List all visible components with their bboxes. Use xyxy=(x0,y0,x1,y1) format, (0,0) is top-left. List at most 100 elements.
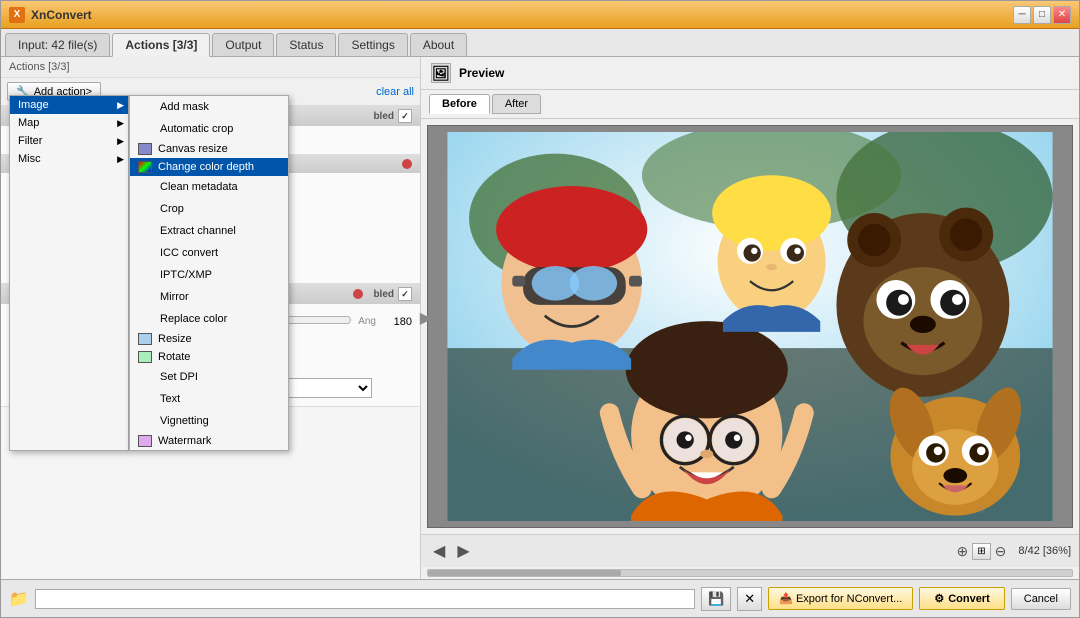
submenu-icc-convert[interactable]: ICC convert xyxy=(130,242,288,264)
tab-about[interactable]: About xyxy=(410,33,467,56)
tab-status[interactable]: Status xyxy=(276,33,336,56)
title-bar: X XnConvert ─ □ ✕ xyxy=(1,1,1079,29)
submenu-clean-metadata[interactable]: Clean metadata xyxy=(130,176,288,198)
tab-input[interactable]: Input: 42 file(s) xyxy=(5,33,110,56)
preview-icon: 🖼 xyxy=(431,63,451,83)
preview-title: Preview xyxy=(459,66,504,80)
scrollbar-thumb[interactable] xyxy=(428,570,621,576)
check-badge[interactable]: ✓ xyxy=(398,109,412,123)
clean-metadata-icon xyxy=(138,179,154,195)
submenu-extract-channel[interactable]: Extract channel xyxy=(130,220,288,242)
replace-color-label: Replace color xyxy=(160,313,227,325)
menu-item-misc[interactable]: Misc ▶ xyxy=(10,150,128,168)
output-path-input[interactable] xyxy=(35,589,695,609)
export-label: Export for NConvert... xyxy=(796,593,902,605)
watermark-icon xyxy=(138,435,152,447)
preview-tab-after[interactable]: After xyxy=(492,94,541,114)
zoom-in-button[interactable]: ⊕ xyxy=(957,543,969,560)
submenu-watermark[interactable]: Watermark xyxy=(130,432,288,450)
convert-icon: ⚙ xyxy=(934,592,944,605)
minimize-button[interactable]: ─ xyxy=(1013,6,1031,24)
menu-item-map[interactable]: Map ▶ xyxy=(10,114,128,132)
clean-metadata-sub-label: Clean metadata xyxy=(160,181,238,193)
preview-scrollbar[interactable] xyxy=(427,569,1073,577)
folder-button[interactable]: 📁 xyxy=(9,589,29,609)
rotate-check-badge[interactable]: ✓ xyxy=(398,287,412,301)
export-button[interactable]: 📤 Export for NConvert... xyxy=(768,587,913,610)
crop-icon xyxy=(138,201,154,217)
left-panel: Actions [3/3] 🔧 Add action> clear all ▼ … xyxy=(1,57,421,579)
save-button[interactable]: 💾 xyxy=(701,587,731,611)
tab-output[interactable]: Output xyxy=(212,33,274,56)
zoom-controls: ⊕ ⊞ ⊖ xyxy=(957,543,1007,560)
set-dpi-label: Set DPI xyxy=(160,371,198,383)
extract-channel-icon xyxy=(138,223,154,239)
auto-crop-label: Automatic crop xyxy=(160,123,233,135)
rotate-end-value: 180 xyxy=(382,316,412,328)
submenu-add-mask[interactable]: Add mask xyxy=(130,96,288,118)
zoom-out-button[interactable]: ⊖ xyxy=(995,543,1007,560)
clear-all-button[interactable]: clear all xyxy=(376,86,414,98)
add-mask-icon xyxy=(138,99,154,115)
main-window: X XnConvert ─ □ ✕ Input: 42 file(s) Acti… xyxy=(0,0,1080,618)
submenu-vignetting[interactable]: Vignetting xyxy=(130,410,288,432)
submenu-change-color-depth[interactable]: Change color depth xyxy=(130,158,288,176)
image-menu-label: Image xyxy=(18,99,49,111)
rotate-sub-label: Rotate xyxy=(158,351,190,363)
misc-menu-label: Misc xyxy=(18,153,41,165)
submenu-replace-color[interactable]: Replace color xyxy=(130,308,288,330)
submenu-automatic-crop[interactable]: Automatic crop xyxy=(130,118,288,140)
change-color-depth-icon xyxy=(138,161,152,173)
submenu-resize[interactable]: Resize xyxy=(130,330,288,348)
submenu-set-dpi[interactable]: Set DPI xyxy=(130,366,288,388)
preview-tab-before[interactable]: Before xyxy=(429,94,490,114)
convert-button[interactable]: ⚙ Convert xyxy=(919,587,1004,610)
text-icon xyxy=(138,391,154,407)
menu-item-image[interactable]: Image ▶ xyxy=(10,96,128,114)
change-color-depth-label: Change color depth xyxy=(158,161,254,173)
tab-settings[interactable]: Settings xyxy=(338,33,407,56)
section-remove-icon-2[interactable] xyxy=(353,289,363,299)
preview-header: 🖼 Preview xyxy=(421,57,1079,90)
arrow-icon-3: ▶ xyxy=(117,136,124,147)
submenu-iptc-xmp[interactable]: IPTC/XMP xyxy=(130,264,288,286)
replace-color-icon xyxy=(138,311,154,327)
filter-menu-label: Filter xyxy=(18,135,42,147)
set-dpi-icon xyxy=(138,369,154,385)
window-title: XnConvert xyxy=(31,8,1013,22)
actions-header: Actions [3/3] xyxy=(1,57,420,78)
preview-image-area: © xyxy=(427,125,1073,528)
submenu-mirror[interactable]: Mirror xyxy=(130,286,288,308)
menu-item-filter[interactable]: Filter ▶ xyxy=(10,132,128,150)
preview-tabs: Before After xyxy=(421,90,1079,119)
window-controls: ─ □ ✕ xyxy=(1013,6,1071,24)
export-icon: 📤 xyxy=(779,593,793,605)
bottom-bar: 📁 💾 ✕ 📤 Export for NConvert... ⚙ Convert… xyxy=(1,579,1079,617)
iptc-xmp-label: IPTC/XMP xyxy=(160,269,212,281)
iptc-xmp-icon xyxy=(138,267,154,283)
section-remove-icon[interactable] xyxy=(402,159,412,169)
add-mask-label: Add mask xyxy=(160,101,209,113)
icc-convert-icon xyxy=(138,245,154,261)
cancel-button[interactable]: Cancel xyxy=(1011,588,1071,610)
arrow-icon: ▶ xyxy=(117,100,124,111)
zoom-fit-button[interactable]: ⊞ xyxy=(972,543,990,560)
tab-bar: Input: 42 file(s) Actions [3/3] Output S… xyxy=(1,29,1079,57)
menu-overlay: Image ▶ Map ▶ Filter ▶ Misc ▶ xyxy=(9,95,289,451)
right-panel: 🖼 Preview Before After xyxy=(421,57,1079,579)
submenu-text[interactable]: Text xyxy=(130,388,288,410)
restore-button[interactable]: □ xyxy=(1033,6,1051,24)
image-submenu: Add mask Automatic crop Canvas resize Ch… xyxy=(129,95,289,451)
rotate-sub-icon xyxy=(138,351,152,363)
preview-controls: ◀ ▶ ⊕ ⊞ ⊖ 8/42 [36%] xyxy=(421,534,1079,567)
prev-button[interactable]: ◀ xyxy=(429,539,449,563)
tab-actions[interactable]: Actions [3/3] xyxy=(112,33,210,57)
checked-label: bled xyxy=(373,111,394,122)
submenu-rotate[interactable]: Rotate xyxy=(130,348,288,366)
delete-button[interactable]: ✕ xyxy=(737,587,762,611)
submenu-crop[interactable]: Crop xyxy=(130,198,288,220)
close-button[interactable]: ✕ xyxy=(1053,6,1071,24)
arrow-icon-4: ▶ xyxy=(117,154,124,165)
next-button[interactable]: ▶ xyxy=(453,539,473,563)
submenu-canvas-resize[interactable]: Canvas resize xyxy=(130,140,288,158)
